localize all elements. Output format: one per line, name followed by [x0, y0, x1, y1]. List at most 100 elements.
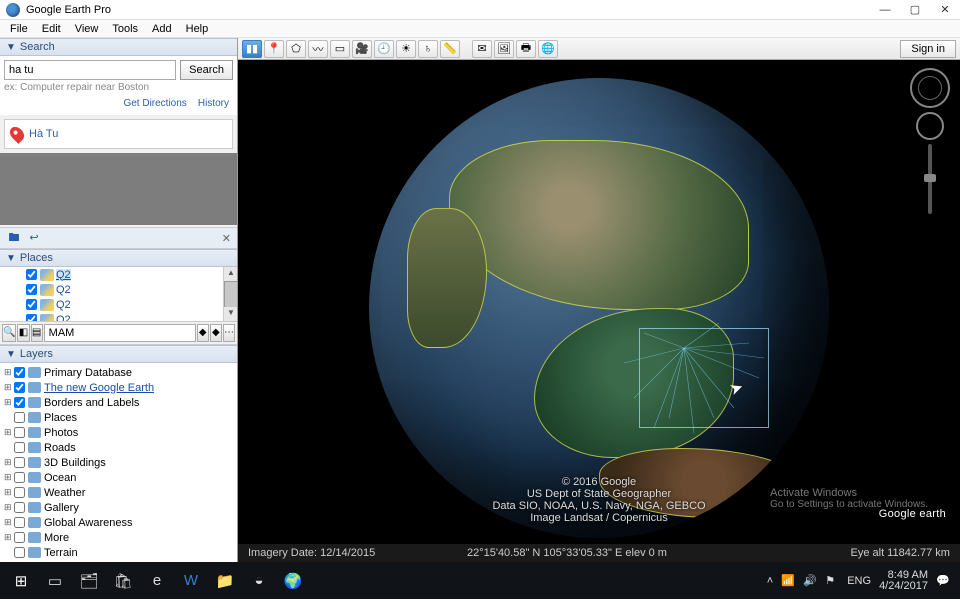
expand-icon[interactable]: ⊞: [4, 532, 14, 543]
expand-icon[interactable]: ⊞: [4, 397, 14, 408]
expand-icon[interactable]: ⊞: [4, 457, 14, 468]
places-header[interactable]: ▼Places: [0, 249, 237, 267]
nav-widget[interactable]: [910, 68, 950, 218]
sunlight-icon[interactable]: ☀: [396, 40, 416, 58]
places-item[interactable]: Q2: [0, 312, 237, 322]
layer-item[interactable]: ⊞Primary Database: [0, 365, 237, 380]
layer-checkbox[interactable]: [14, 442, 25, 453]
expand-icon[interactable]: ⊞: [4, 502, 14, 513]
edge-icon[interactable]: e: [140, 566, 174, 596]
find-opts-icon[interactable]: ⋯: [223, 324, 235, 342]
menu-file[interactable]: File: [4, 22, 34, 36]
history-icon[interactable]: 🕘: [374, 40, 394, 58]
planet-icon[interactable]: ♄: [418, 40, 438, 58]
layer-item[interactable]: ⊞Ocean: [0, 470, 237, 485]
layer-item[interactable]: ⊞Gallery: [0, 500, 237, 515]
layer-item[interactable]: ⊞Photos: [0, 425, 237, 440]
layer-item[interactable]: ⊞3D Buildings: [0, 455, 237, 470]
sign-in-button[interactable]: Sign in: [900, 40, 956, 58]
explorer-icon[interactable]: 🗂: [72, 566, 106, 596]
layer-item[interactable]: Roads: [0, 440, 237, 455]
placemark-icon[interactable]: 📍: [264, 40, 284, 58]
maximize-button[interactable]: ▢: [900, 0, 930, 20]
tray-up-icon[interactable]: ˄: [767, 575, 773, 587]
folder-icon[interactable]: 📁: [208, 566, 242, 596]
layer-checkbox[interactable]: [14, 532, 25, 543]
move-ring[interactable]: [916, 112, 944, 140]
layer-item[interactable]: ⊞Borders and Labels: [0, 395, 237, 410]
flag-icon[interactable]: ⚑: [825, 574, 839, 588]
expand-icon[interactable]: ⊞: [4, 472, 14, 483]
places-scrollbar[interactable]: ▲ ▼: [223, 267, 237, 321]
language-indicator[interactable]: ENG: [847, 575, 871, 587]
layer-checkbox[interactable]: [14, 472, 25, 483]
expand-icon[interactable]: ⊞: [4, 427, 14, 438]
zoom-slider[interactable]: [928, 144, 932, 214]
layer-item[interactable]: ⊞Weather: [0, 485, 237, 500]
search-result[interactable]: Hà Tu: [4, 119, 233, 149]
email-icon[interactable]: ✉: [472, 40, 492, 58]
view-maps-icon[interactable]: 🌐: [538, 40, 558, 58]
print-icon[interactable]: 🖶: [516, 40, 536, 58]
path-icon[interactable]: 〰: [308, 40, 328, 58]
expand-icon[interactable]: ⊞: [4, 487, 14, 498]
find-icon[interactable]: 🔍: [2, 324, 16, 342]
history-link[interactable]: History: [198, 98, 229, 109]
word-icon[interactable]: W: [174, 566, 208, 596]
expand-icon[interactable]: ⊞: [4, 382, 14, 393]
back-icon[interactable]: ↩: [26, 230, 42, 246]
map-viewer[interactable]: ▮▮ 📍 ⬠ 〰 ▭ 🎥 🕘 ☀ ♄ 📏 ✉ 🖼 🖶 🌐 Sign in: [238, 38, 960, 562]
layer-checkbox[interactable]: [14, 457, 25, 468]
item-link[interactable]: Q2: [56, 269, 71, 281]
system-tray[interactable]: ˄ 📶 🔊 ⚑ ENG 8:49 AM4/24/2017 💬: [767, 570, 956, 592]
search-header[interactable]: ▼Search: [0, 38, 237, 56]
search-button[interactable]: Search: [180, 60, 233, 80]
item-checkbox[interactable]: [26, 314, 37, 322]
layer-item[interactable]: Terrain: [0, 545, 237, 560]
layer-checkbox[interactable]: [14, 397, 25, 408]
layer-checkbox[interactable]: [14, 502, 25, 513]
save-image-icon[interactable]: 🖼: [494, 40, 514, 58]
find-prev-icon[interactable]: ◆: [197, 324, 209, 342]
places-list[interactable]: Q2Q2Q2Q2Q2Q2W1/Q1W1/Q1Q1Q1Q1Q3B329B329MU…: [0, 267, 237, 322]
places-find-input[interactable]: [44, 324, 196, 342]
layer-item[interactable]: Places: [0, 410, 237, 425]
hide-sidebar-icon[interactable]: ▮▮: [242, 40, 262, 58]
expand-icon[interactable]: ⊞: [4, 367, 14, 378]
layer-checkbox[interactable]: [14, 547, 25, 558]
layer-checkbox[interactable]: [14, 487, 25, 498]
globe[interactable]: ➤: [369, 78, 829, 538]
minimize-button[interactable]: —: [870, 0, 900, 20]
layers-list[interactable]: ⊞Primary Database⊞The new Google Earth⊞B…: [0, 363, 237, 562]
network-icon[interactable]: 📶: [781, 574, 795, 588]
look-ring[interactable]: [910, 68, 950, 108]
layer-checkbox[interactable]: [14, 427, 25, 438]
clock[interactable]: 8:49 AM4/24/2017: [879, 570, 928, 592]
item-checkbox[interactable]: [26, 284, 37, 295]
menu-help[interactable]: Help: [180, 22, 215, 36]
ruler-icon[interactable]: 📏: [440, 40, 460, 58]
task-view-icon[interactable]: ▭: [38, 566, 72, 596]
places-item[interactable]: Q2: [0, 297, 237, 312]
menu-view[interactable]: View: [69, 22, 105, 36]
folder-icon[interactable]: 🖿: [6, 230, 22, 246]
notifications-icon[interactable]: 💬: [936, 574, 950, 588]
record-tour-icon[interactable]: 🎥: [352, 40, 372, 58]
start-button[interactable]: ⊞: [4, 566, 38, 596]
item-link[interactable]: Q2: [56, 314, 71, 323]
windows-taskbar[interactable]: ⊞ ▭ 🗂 🛍 e W 📁 ◒ 🌍 ˄ 📶 🔊 ⚑ ENG 8:49 AM4/2…: [0, 562, 960, 599]
item-link[interactable]: Q2: [56, 299, 71, 311]
places-item[interactable]: Q2: [0, 282, 237, 297]
search-input[interactable]: [4, 60, 176, 80]
polygon-icon[interactable]: ⬠: [286, 40, 306, 58]
layer-checkbox[interactable]: [14, 412, 25, 423]
layers-header[interactable]: ▼Layers: [0, 345, 237, 363]
layer-checkbox[interactable]: [14, 517, 25, 528]
image-overlay-icon[interactable]: ▭: [330, 40, 350, 58]
volume-icon[interactable]: 🔊: [803, 574, 817, 588]
close-search-icon[interactable]: ✕: [222, 232, 231, 245]
menu-edit[interactable]: Edit: [36, 22, 67, 36]
scroll-down-icon[interactable]: ▼: [224, 307, 237, 321]
layer-checkbox[interactable]: [14, 367, 25, 378]
menu-add[interactable]: Add: [146, 22, 178, 36]
